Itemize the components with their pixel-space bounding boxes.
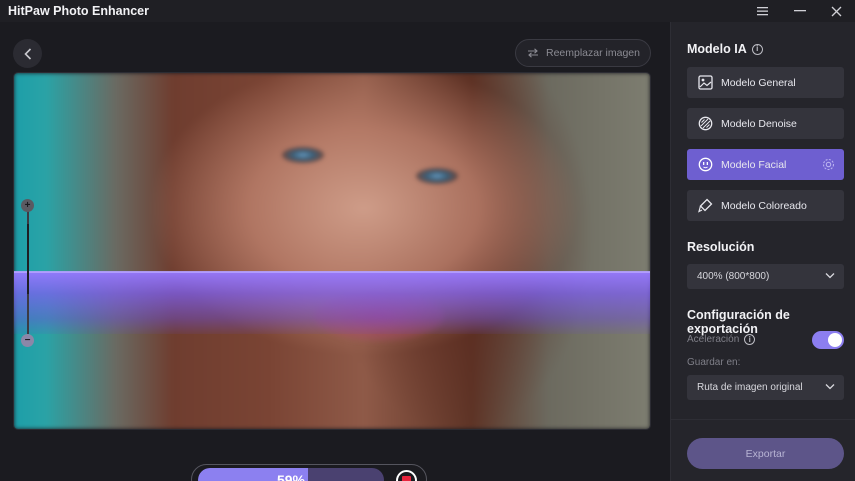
- progress-percent: 59%: [276, 472, 306, 481]
- settings-sidebar: Modelo IA i Modelo General Modelo Denois…: [670, 22, 855, 481]
- image-icon: [697, 74, 714, 91]
- progress-bar: 59%: [198, 468, 384, 481]
- acceleration-label-row: Aceleración i: [687, 334, 756, 345]
- model-general-label: Modelo General: [721, 76, 796, 89]
- resolution-title-text: Resolución: [687, 240, 755, 254]
- photo-eye-left: [282, 147, 324, 163]
- brush-icon: [697, 197, 714, 214]
- info-icon[interactable]: i: [744, 334, 756, 345]
- resolution-title: Resolución: [687, 240, 754, 254]
- scan-line: [14, 271, 650, 273]
- save-location-select[interactable]: Ruta de imagen original: [687, 375, 844, 400]
- model-facial-button[interactable]: Modelo Facial: [687, 149, 844, 180]
- app-title: HitPaw Photo Enhancer: [8, 4, 149, 18]
- zoom-out-button[interactable]: −: [21, 334, 34, 347]
- toggle-knob: [828, 333, 842, 347]
- stop-button[interactable]: [396, 470, 417, 481]
- model-denoise-button[interactable]: Modelo Denoise: [687, 108, 844, 139]
- resolution-value: 400% (800*800): [697, 271, 770, 282]
- acceleration-toggle[interactable]: [812, 331, 844, 349]
- model-title-text: Modelo IA: [687, 42, 747, 56]
- save-location-value: Ruta de imagen original: [697, 382, 803, 393]
- model-section-title: Modelo IA i: [687, 42, 763, 56]
- progress-control: 59%: [191, 464, 427, 481]
- model-coloreado-button[interactable]: Modelo Coloreado: [687, 190, 844, 221]
- chevron-down-icon: [825, 384, 835, 390]
- save-location-label: Guardar en:: [687, 357, 741, 368]
- model-general-button[interactable]: Modelo General: [687, 67, 844, 98]
- main-area: Reemplazar imagen + − 59%: [0, 22, 670, 481]
- gear-icon[interactable]: [822, 158, 835, 171]
- photo-eye-right: [416, 168, 458, 184]
- image-preview[interactable]: [13, 72, 651, 430]
- save-location-label-row: Guardar en:: [687, 357, 740, 368]
- acceleration-label: Aceleración: [687, 334, 740, 345]
- replace-image-button[interactable]: Reemplazar imagen: [515, 39, 651, 67]
- export-button[interactable]: Exportar: [687, 438, 844, 469]
- menu-icon[interactable]: [744, 0, 781, 22]
- zoom-in-button[interactable]: +: [21, 199, 34, 212]
- resolution-select[interactable]: 400% (800*800): [687, 264, 844, 289]
- zoom-slider-fill: [27, 224, 29, 294]
- model-coloreado-label: Modelo Coloreado: [721, 199, 807, 212]
- close-icon[interactable]: [818, 0, 855, 22]
- portrait-photo: [14, 73, 650, 429]
- model-denoise-label: Modelo Denoise: [721, 117, 797, 130]
- face-icon: [697, 156, 714, 173]
- title-bar: HitPaw Photo Enhancer: [0, 0, 855, 22]
- chevron-left-icon: [23, 47, 31, 60]
- stop-icon: [402, 476, 411, 481]
- model-facial-label: Modelo Facial: [721, 158, 787, 171]
- window-controls: [744, 0, 855, 22]
- replace-image-label: Reemplazar imagen: [546, 47, 640, 59]
- back-button[interactable]: [13, 39, 42, 68]
- swap-arrows-icon: [528, 48, 538, 58]
- chevron-down-icon: [825, 273, 835, 279]
- sidebar-divider: [671, 419, 855, 420]
- denoise-icon: [697, 115, 714, 132]
- info-icon[interactable]: i: [751, 43, 763, 55]
- minimize-icon[interactable]: [781, 0, 818, 22]
- processing-scan-overlay: [14, 272, 650, 334]
